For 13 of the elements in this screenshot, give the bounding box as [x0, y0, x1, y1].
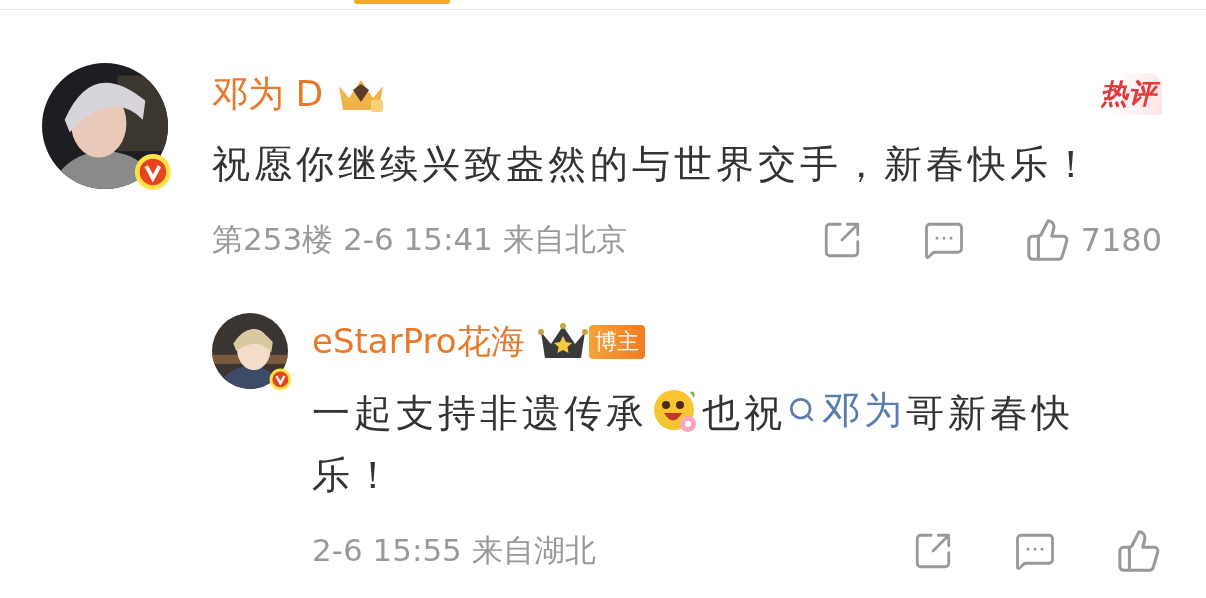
like-icon[interactable] [1024, 217, 1071, 263]
mention-link[interactable]: 邓为 [786, 379, 906, 441]
like-icon[interactable] [1116, 528, 1162, 574]
reply-text: 一起支持非遗传承 也祝 邓为哥新春快乐！ [312, 379, 1112, 506]
like-count: 7180 [1080, 221, 1162, 259]
comment-text: 祝愿你继续兴致盎然的与世界交手，新春快乐！ [212, 141, 1095, 188]
comment-meta: 第253楼 2-6 15:41 来自北京 [212, 220, 627, 259]
user-name[interactable]: eStarPro花海 [312, 319, 525, 365]
verified-badge-icon [269, 368, 292, 391]
verified-badge-icon [134, 153, 172, 191]
user-name[interactable]: 邓为 D [212, 69, 324, 119]
blogger-badge: 博主 [588, 325, 645, 359]
comment-meta: 2-6 15:55 来自湖北 [312, 531, 596, 570]
